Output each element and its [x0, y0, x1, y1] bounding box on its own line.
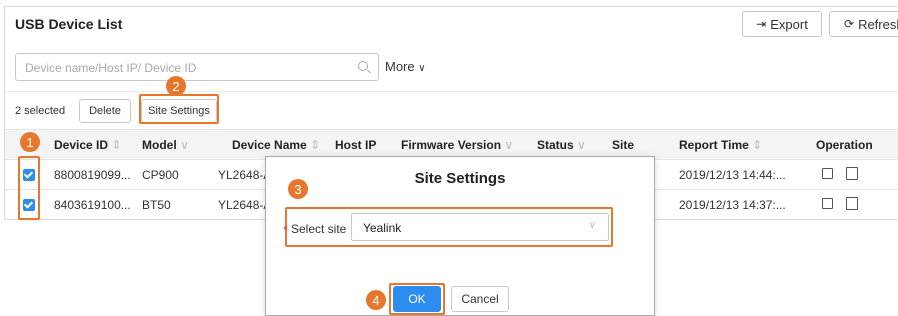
cell-device-name: YL2648-A( [218, 198, 266, 212]
sort-icon: ⇕ [752, 138, 763, 152]
search-placeholder: Device name/Host IP/ Device ID [25, 61, 197, 75]
chevron-down-icon: ∨ [180, 138, 189, 152]
column-firmware[interactable]: Firmware Version ∨ [401, 138, 513, 152]
upload-icon[interactable] [846, 167, 858, 180]
page-title: USB Device List [15, 16, 123, 32]
chevron-down-icon: ∨ [577, 138, 586, 152]
search-icon[interactable] [358, 61, 368, 71]
column-model[interactable]: Model ∨ [142, 138, 189, 152]
cell-report-time: 2019/12/13 14:37:... [679, 198, 786, 212]
export-button[interactable]: ⇥ Export [742, 11, 822, 37]
modal-title: Site Settings [414, 170, 506, 187]
sort-icon: ⇕ [310, 138, 321, 152]
required-mark: * [283, 223, 288, 237]
cell-model: CP900 [142, 168, 179, 182]
sort-icon: ⇕ [111, 138, 122, 152]
delete-button[interactable]: Delete [79, 99, 131, 123]
column-status[interactable]: Status ∨ [537, 138, 586, 152]
ok-button[interactable]: OK [393, 286, 441, 312]
column-operation: Operation [816, 138, 873, 152]
upload-icon[interactable] [846, 197, 858, 210]
cell-device-id: 8403619100... [54, 198, 131, 212]
select-site-dropdown[interactable]: Yealink ∨ [351, 213, 609, 241]
site-settings-modal: Site Settings 3 * Select site Yealink ∨ … [265, 156, 655, 316]
checkbox-highlight [18, 156, 40, 220]
export-icon: ⇥ [756, 17, 767, 31]
cancel-button[interactable]: Cancel [451, 286, 509, 312]
column-report-time[interactable]: Report Time ⇕ [679, 138, 762, 152]
refresh-button[interactable]: ⟳ Refresh [829, 11, 898, 37]
cell-model: BT50 [142, 198, 171, 212]
selected-count: 2 selected [15, 105, 66, 117]
select-site-label: Select site [291, 222, 347, 236]
chevron-down-icon: ∨ [418, 63, 426, 74]
edit-icon[interactable] [822, 168, 833, 179]
cell-device-name: YL2648-A( [218, 168, 266, 182]
select-site-value: Yealink [363, 221, 402, 235]
callout-2: 2 [166, 76, 186, 96]
more-filter-toggle[interactable]: More ∨ [385, 59, 426, 74]
site-settings-highlight [139, 94, 219, 124]
more-label: More [385, 59, 415, 74]
chevron-down-icon: ∨ [588, 220, 596, 231]
export-label: Export [770, 16, 808, 32]
table-header: Device ID ⇕ Model ∨ Device Name ⇕ Host I… [5, 129, 898, 159]
callout-4: 4 [366, 290, 386, 310]
cell-report-time: 2019/12/13 14:44:... [679, 168, 786, 182]
column-device-id[interactable]: Device ID ⇕ [54, 138, 121, 152]
search-input[interactable]: Device name/Host IP/ Device ID [15, 53, 379, 81]
edit-icon[interactable] [822, 198, 833, 209]
callout-3: 3 [288, 179, 308, 199]
column-host-ip: Host IP [335, 138, 377, 152]
callout-1: 1 [20, 132, 40, 152]
column-device-name[interactable]: Device Name ⇕ [232, 138, 320, 152]
refresh-icon: ⟳ [844, 17, 855, 31]
column-site: Site [612, 138, 635, 152]
chevron-down-icon: ∨ [504, 138, 514, 152]
cell-device-id: 8800819099... [54, 168, 131, 182]
refresh-label: Refresh [858, 16, 898, 32]
